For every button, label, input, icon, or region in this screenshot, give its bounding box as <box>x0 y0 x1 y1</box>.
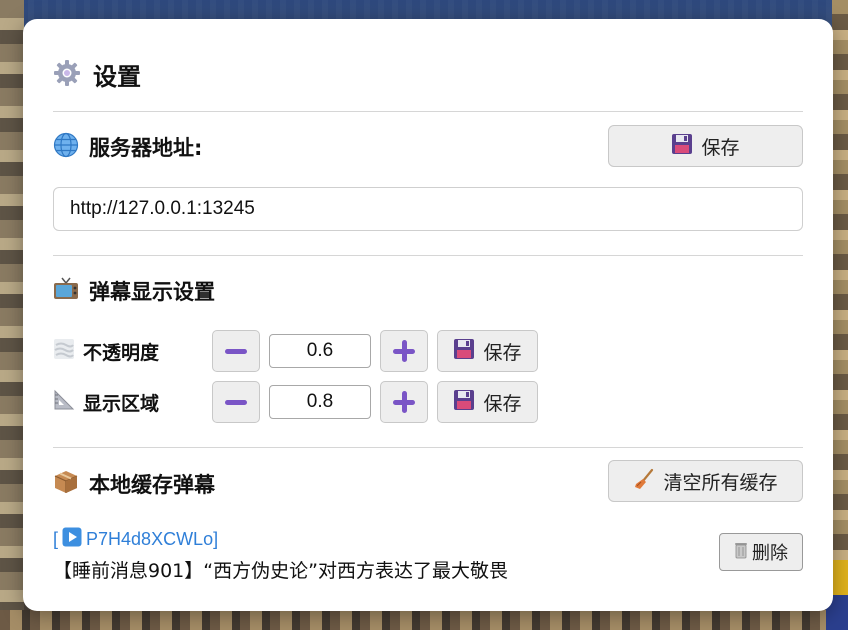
save-opacity-label: 保存 <box>483 341 522 364</box>
broom-icon <box>633 468 655 495</box>
opacity-increase-button[interactable] <box>380 330 428 372</box>
save-server-label: 保存 <box>701 136 740 159</box>
background-right-edge <box>832 0 848 630</box>
divider <box>53 447 803 448</box>
cache-video-link[interactable]: [ P7H4d8XCWLo] <box>53 527 803 552</box>
opacity-setting-row: 不透明度 0.6 保存 <box>53 330 538 372</box>
local-cache-label: 本地缓存弹幕 <box>89 473 215 497</box>
danmaku-display-label: 弹幕显示设置 <box>89 280 215 304</box>
background-bottom-edge <box>0 610 848 630</box>
gear-icon <box>53 59 81 91</box>
cache-list-item: [ P7H4d8XCWLo] 【睡前消息901】“西方伪史论”对西方表达了最大敬… <box>53 527 803 583</box>
package-icon <box>53 469 79 499</box>
server-section-header: 服务器地址: <box>53 132 202 162</box>
open-bracket: [ <box>53 529 59 549</box>
local-cache-section-header: 本地缓存弹幕 <box>53 469 215 499</box>
floppy-disk-icon <box>453 389 475 416</box>
floppy-disk-icon <box>453 338 475 365</box>
server-address-label: 服务器地址: <box>89 136 203 160</box>
tv-icon <box>53 276 79 306</box>
cache-video-id: P7H4d8XCWLo] <box>86 529 219 549</box>
panel-header: 设置 <box>53 57 141 92</box>
clear-all-cache-button[interactable]: 清空所有缓存 <box>608 460 803 502</box>
triangle-ruler-icon <box>53 389 75 415</box>
minus-icon <box>225 348 247 354</box>
floppy-disk-icon <box>671 133 693 160</box>
save-display-area-label: 保存 <box>483 392 522 415</box>
display-area-decrease-button[interactable] <box>212 381 260 423</box>
display-area-label: 显示区域 <box>83 392 160 415</box>
fog-icon <box>53 338 75 364</box>
plus-icon <box>393 340 415 362</box>
play-button-icon <box>62 527 82 552</box>
settings-panel: 设置 服务器地址: 保存 http://127.0.0.1:13245 弹幕显示… <box>23 19 833 611</box>
save-opacity-button[interactable]: 保存 <box>437 330 538 372</box>
divider <box>53 255 803 256</box>
opacity-decrease-button[interactable] <box>212 330 260 372</box>
opacity-input[interactable]: 0.6 <box>269 334 371 368</box>
cache-video-title: 【睡前消息901】“西方伪史论”对西方表达了最大敬畏 <box>53 560 508 582</box>
opacity-label: 不透明度 <box>83 341 160 364</box>
page-title: 设置 <box>93 63 141 91</box>
plus-icon <box>393 391 415 413</box>
wastebasket-icon <box>734 541 748 564</box>
delete-cache-button[interactable]: 删除 <box>719 533 803 571</box>
globe-icon <box>53 132 79 162</box>
display-area-setting-row: 显示区域 0.8 保存 <box>53 381 538 423</box>
server-url-input[interactable]: http://127.0.0.1:13245 <box>53 187 803 231</box>
display-area-increase-button[interactable] <box>380 381 428 423</box>
minus-icon <box>225 399 247 405</box>
background-left-edge <box>0 0 24 630</box>
delete-label: 删除 <box>752 543 788 564</box>
divider <box>53 111 803 112</box>
danmaku-display-section-header: 弹幕显示设置 <box>53 276 215 306</box>
display-area-input[interactable]: 0.8 <box>269 385 371 419</box>
save-server-button[interactable]: 保存 <box>608 125 803 167</box>
save-display-area-button[interactable]: 保存 <box>437 381 538 423</box>
clear-all-cache-label: 清空所有缓存 <box>663 471 778 494</box>
